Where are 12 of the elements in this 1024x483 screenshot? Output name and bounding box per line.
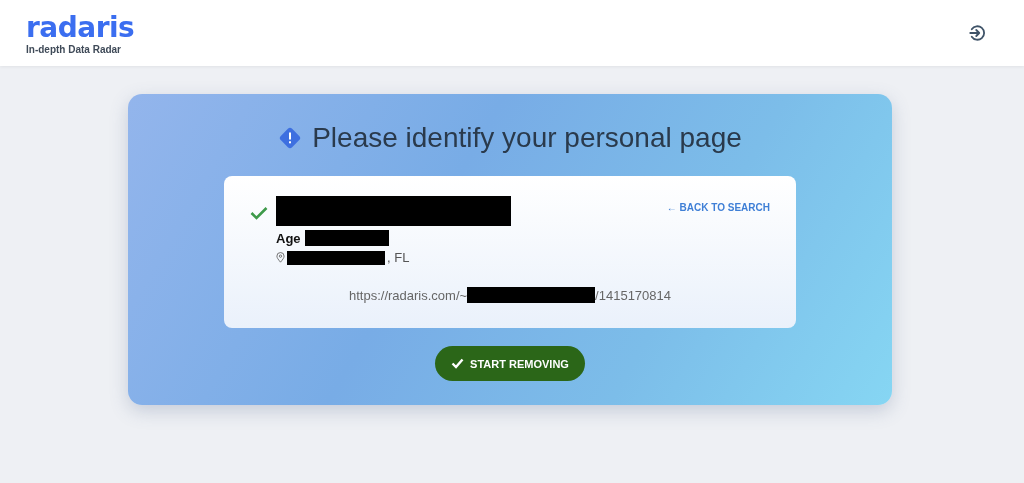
sign-in-icon[interactable]: [968, 24, 986, 42]
page-title: Please identify your personal page: [312, 122, 742, 154]
location-pin-icon: [276, 252, 285, 263]
back-to-search-link[interactable]: ← BACK TO SEARCH: [666, 202, 770, 213]
url-text: https://radaris.com/~: [348, 287, 468, 303]
logo[interactable]: radaris: [26, 13, 135, 42]
check-icon: [451, 358, 465, 369]
tagline: In-depth Data Radar: [26, 43, 122, 55]
location-text: , FL: [387, 250, 410, 265]
url-text: /1415170814: [595, 287, 672, 303]
start-removing-button[interactable]: START REMOVING: [435, 346, 585, 381]
age-label: Age: [276, 230, 301, 246]
